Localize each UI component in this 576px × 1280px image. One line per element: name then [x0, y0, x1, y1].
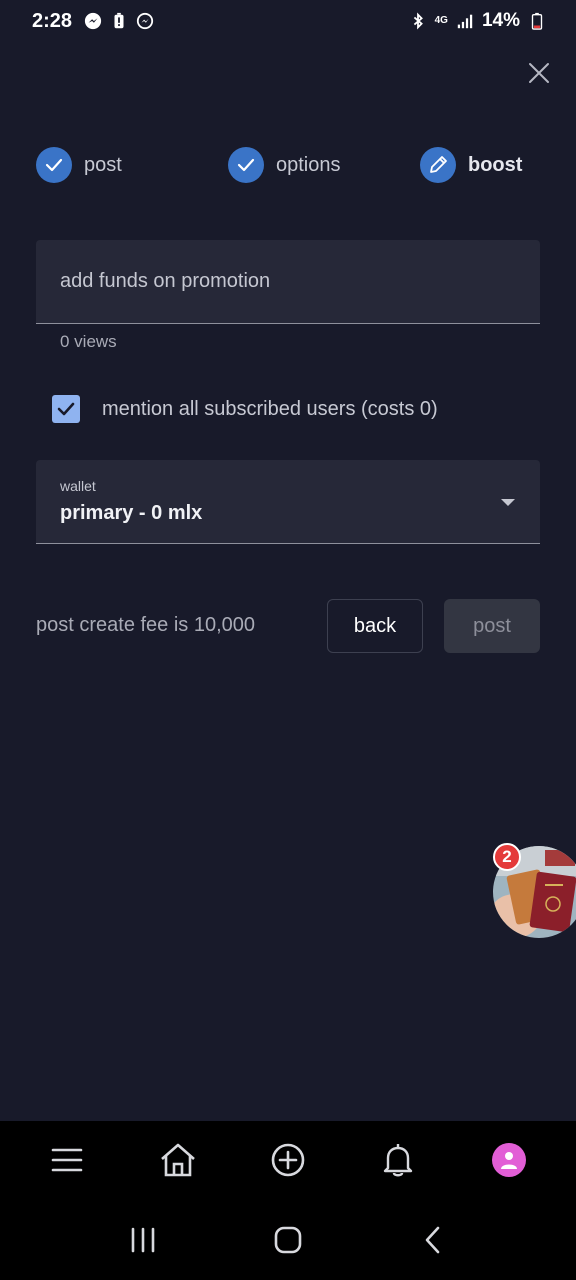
post-fee-text: post create fee is 10,000 — [36, 614, 256, 636]
step-done-indicator — [36, 147, 72, 183]
signal-icon — [457, 14, 473, 29]
battery-alert-icon — [114, 12, 124, 29]
stepper: post options boost — [36, 146, 540, 184]
menu-button[interactable] — [43, 1136, 91, 1184]
add-circle-icon — [271, 1143, 305, 1177]
pencil-icon — [430, 156, 447, 173]
step-active-indicator — [420, 147, 456, 183]
app-bottom-nav — [0, 1121, 576, 1199]
wallet-select[interactable]: wallet primary - 0 mlx — [36, 460, 540, 544]
post-button[interactable]: post — [444, 599, 540, 653]
status-bar-left: 2:28 — [32, 10, 154, 33]
battery-percent: 14% — [481, 10, 520, 31]
messenger-icon — [84, 12, 102, 30]
step-options[interactable]: options — [228, 146, 341, 184]
back-chevron-icon — [426, 1226, 440, 1253]
recent-apps-button[interactable] — [113, 1210, 173, 1270]
promotion-placeholder: add funds on promotion — [60, 270, 271, 292]
bluetooth-icon — [413, 12, 423, 30]
mention-users-checkbox[interactable] — [52, 395, 80, 423]
wallet-caption: wallet — [60, 478, 96, 494]
check-icon — [57, 402, 75, 416]
check-icon — [45, 158, 63, 172]
step-label: post — [84, 153, 122, 176]
recent-apps-icon — [131, 1227, 154, 1252]
battery-icon — [531, 12, 543, 30]
close-button[interactable] — [526, 60, 552, 86]
bell-icon — [384, 1144, 413, 1177]
home-square-icon — [274, 1226, 302, 1253]
views-helper-text: 0 views — [60, 332, 117, 351]
avatar — [491, 1143, 526, 1177]
back-system-button[interactable] — [403, 1210, 463, 1270]
chat-head-badge: 2 — [493, 843, 521, 871]
messenger-icon — [136, 12, 154, 30]
user-icon — [500, 1152, 517, 1169]
create-button[interactable] — [264, 1136, 312, 1184]
step-done-indicator — [228, 147, 264, 183]
check-icon — [237, 158, 255, 172]
mention-users-label: mention all subscribed users (costs 0) — [102, 397, 438, 420]
system-nav-bar — [0, 1199, 576, 1280]
step-boost[interactable]: boost — [420, 146, 522, 184]
profile-button[interactable] — [485, 1136, 533, 1184]
home-icon — [160, 1143, 195, 1177]
home-system-button[interactable] — [258, 1210, 318, 1270]
back-button[interactable]: back — [327, 599, 423, 653]
dropdown-arrow-icon — [501, 499, 515, 506]
status-bar: 2:28 4G 14% — [0, 0, 576, 42]
step-label: options — [276, 153, 341, 176]
mention-users-checkbox-row[interactable]: mention all subscribed users (costs 0) — [52, 394, 438, 424]
promotion-funds-input[interactable]: add funds on promotion — [36, 240, 540, 324]
step-label: boost — [468, 153, 523, 176]
step-post[interactable]: post — [36, 146, 122, 184]
network-4g-icon: 4G — [434, 15, 448, 26]
notifications-button[interactable] — [374, 1136, 422, 1184]
status-bar-right: 4G 14% — [409, 10, 546, 32]
wallet-selected-value: primary - 0 mlx — [60, 502, 203, 524]
home-button[interactable] — [154, 1136, 202, 1184]
close-icon — [529, 63, 549, 83]
status-time: 2:28 — [32, 9, 73, 32]
menu-icon — [51, 1148, 83, 1172]
